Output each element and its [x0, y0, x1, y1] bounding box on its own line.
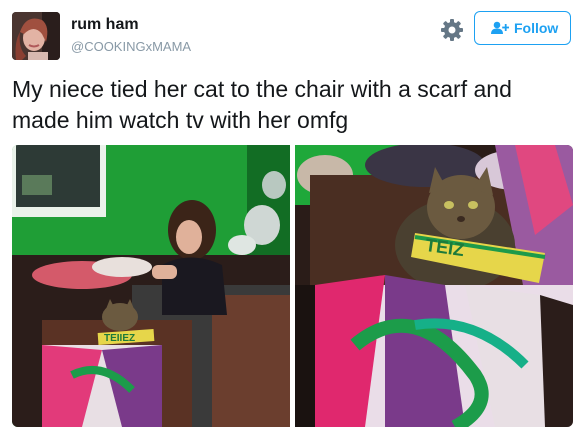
tweet-text: My niece tied her cat to the chair with …: [12, 76, 512, 133]
tweet-header: rum ham @COOKINGxMAMA Follow: [0, 0, 585, 66]
add-user-icon: [491, 21, 509, 34]
avatar[interactable]: [12, 12, 60, 60]
username-handle[interactable]: @COOKINGxMAMA: [71, 39, 191, 54]
follow-label: Follow: [514, 20, 559, 36]
follow-button[interactable]: Follow: [474, 11, 571, 45]
gear-icon[interactable]: [438, 16, 466, 44]
tweet-media[interactable]: TEIIEZ TEIZ: [12, 145, 573, 427]
cat-closeup-image: TEIZ: [295, 145, 573, 427]
room-photo-image: TEIIEZ: [12, 145, 290, 427]
photo-right[interactable]: TEIZ: [295, 145, 573, 427]
photo-left[interactable]: TEIIEZ: [12, 145, 290, 427]
scarf-text-left: TEIIEZ: [104, 333, 135, 344]
avatar-image: [12, 12, 60, 60]
display-name[interactable]: rum ham: [71, 16, 139, 34]
